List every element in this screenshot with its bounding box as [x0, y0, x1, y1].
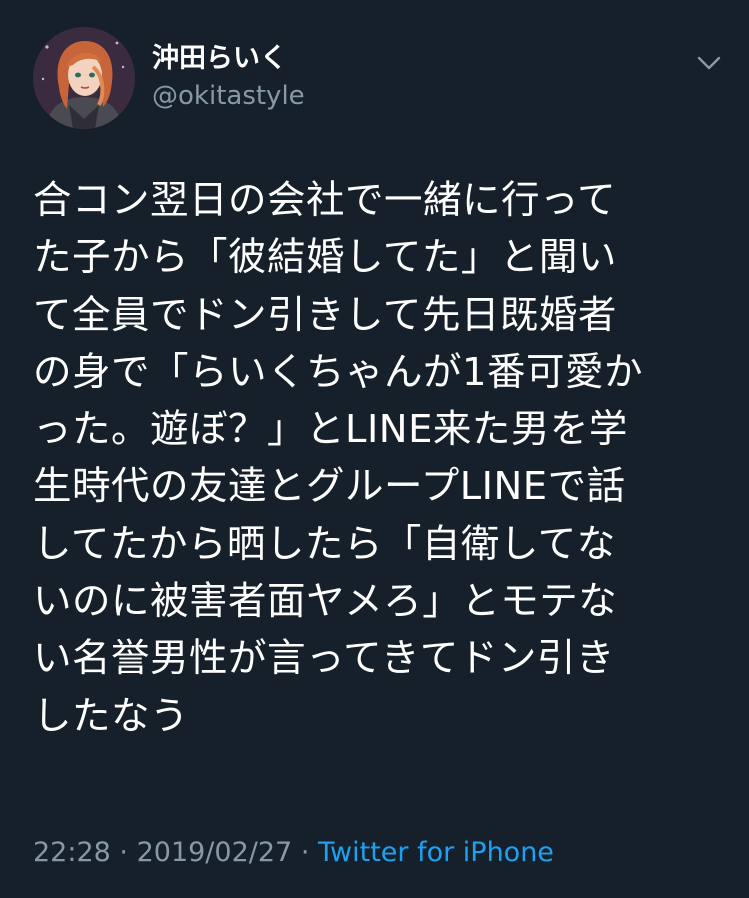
- tweet-text: 合コン翌日の会社で一緒に行って た子から「彼結婚してた」と聞い て全員でドン引き…: [33, 178, 643, 739]
- meta-separator: ·: [300, 837, 310, 868]
- tweet-date[interactable]: 2019/02/27: [137, 837, 293, 868]
- chevron-down-icon[interactable]: [692, 52, 726, 74]
- meta-separator: ·: [119, 837, 128, 868]
- tweet-time[interactable]: 22:28: [33, 837, 111, 868]
- tweet-source-link[interactable]: Twitter for iPhone: [318, 837, 554, 868]
- avatar-illustration-icon: [33, 27, 135, 129]
- display-name[interactable]: 沖田らいく: [152, 42, 287, 76]
- tweet-meta: 22:28 · 2019/02/27 · Twitter for iPhone: [33, 835, 554, 871]
- user-handle[interactable]: @okitastyle: [152, 80, 305, 112]
- avatar[interactable]: [33, 27, 135, 129]
- tweet-detail: 沖田らいく @okitastyle 合コン翌日の会社で一緒に行って た子から「彼…: [0, 0, 749, 898]
